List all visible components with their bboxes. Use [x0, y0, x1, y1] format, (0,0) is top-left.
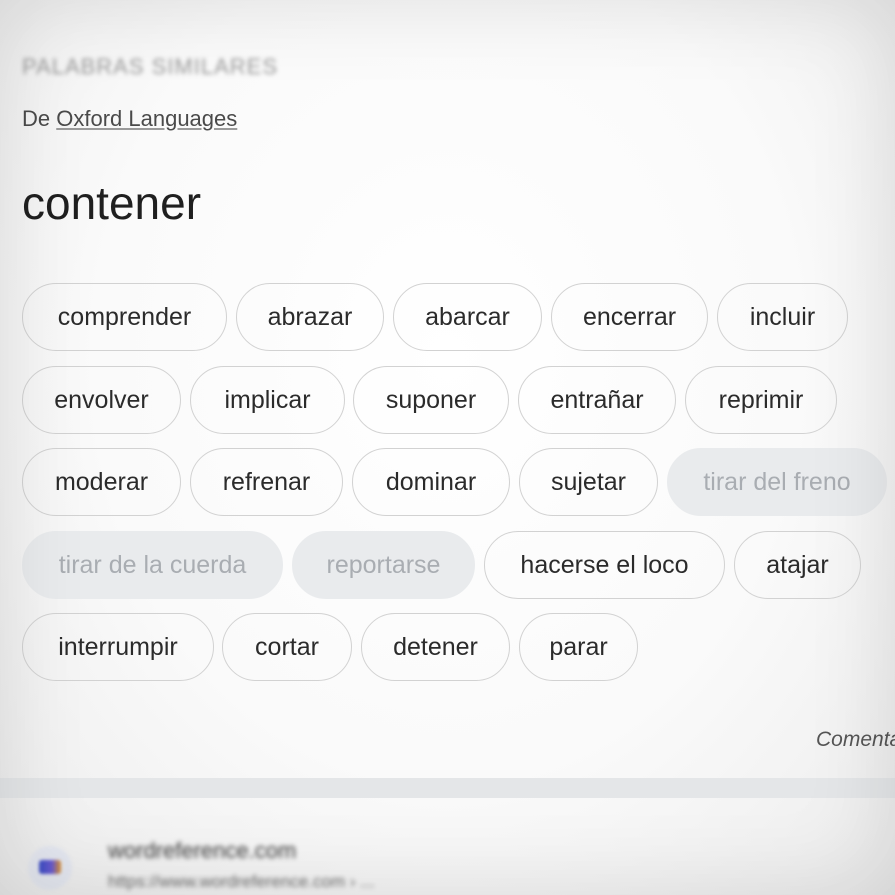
synonym-chip[interactable]: cortar — [222, 613, 352, 681]
feedback-link[interactable]: Comentarios — [816, 728, 895, 752]
oxford-languages-link[interactable]: Oxford Languages — [56, 106, 237, 131]
synonym-chip[interactable]: incluir — [717, 283, 848, 351]
synonym-chip-disabled: tirar de la cuerda — [22, 531, 283, 599]
result-site-name[interactable]: wordreference.com — [108, 838, 296, 864]
headword: contener — [22, 177, 202, 229]
result-url[interactable]: https://www.wordreference.com › ... — [108, 872, 374, 892]
synonym-chip-disabled: tirar del freno — [667, 448, 887, 516]
section-title: PALABRAS SIMILARES — [22, 54, 279, 79]
synonym-chip[interactable]: atajar — [734, 531, 861, 599]
synonym-chip[interactable]: suponer — [353, 366, 509, 434]
synonym-chip[interactable]: parar — [519, 613, 638, 681]
synonym-chip[interactable]: sujetar — [519, 448, 658, 516]
synonym-chip[interactable]: abarcar — [393, 283, 542, 351]
synonym-chip[interactable]: refrenar — [190, 448, 343, 516]
source-attribution: De Oxford Languages — [22, 106, 237, 132]
synonym-chip[interactable]: entrañar — [518, 366, 676, 434]
synonym-chip[interactable]: envolver — [22, 366, 181, 434]
section-divider — [0, 778, 895, 798]
synonym-chip[interactable]: abrazar — [236, 283, 384, 351]
synonym-chip-disabled: reportarse — [292, 531, 475, 599]
synonym-chip[interactable]: interrumpir — [22, 613, 214, 681]
synonym-chip[interactable]: hacerse el loco — [484, 531, 725, 599]
site-favicon-icon — [28, 846, 72, 890]
synonym-chip[interactable]: moderar — [22, 448, 181, 516]
synonym-chip[interactable]: reprimir — [685, 366, 837, 434]
source-prefix: De — [22, 106, 51, 131]
synonym-chip[interactable]: comprender — [22, 283, 227, 351]
synonym-chip[interactable]: implicar — [190, 366, 345, 434]
similar-words-page: PALABRAS SIMILARES De Oxford Languages c… — [0, 0, 895, 895]
synonym-chip[interactable]: dominar — [352, 448, 510, 516]
synonym-chip[interactable]: detener — [361, 613, 510, 681]
synonym-chip[interactable]: encerrar — [551, 283, 708, 351]
